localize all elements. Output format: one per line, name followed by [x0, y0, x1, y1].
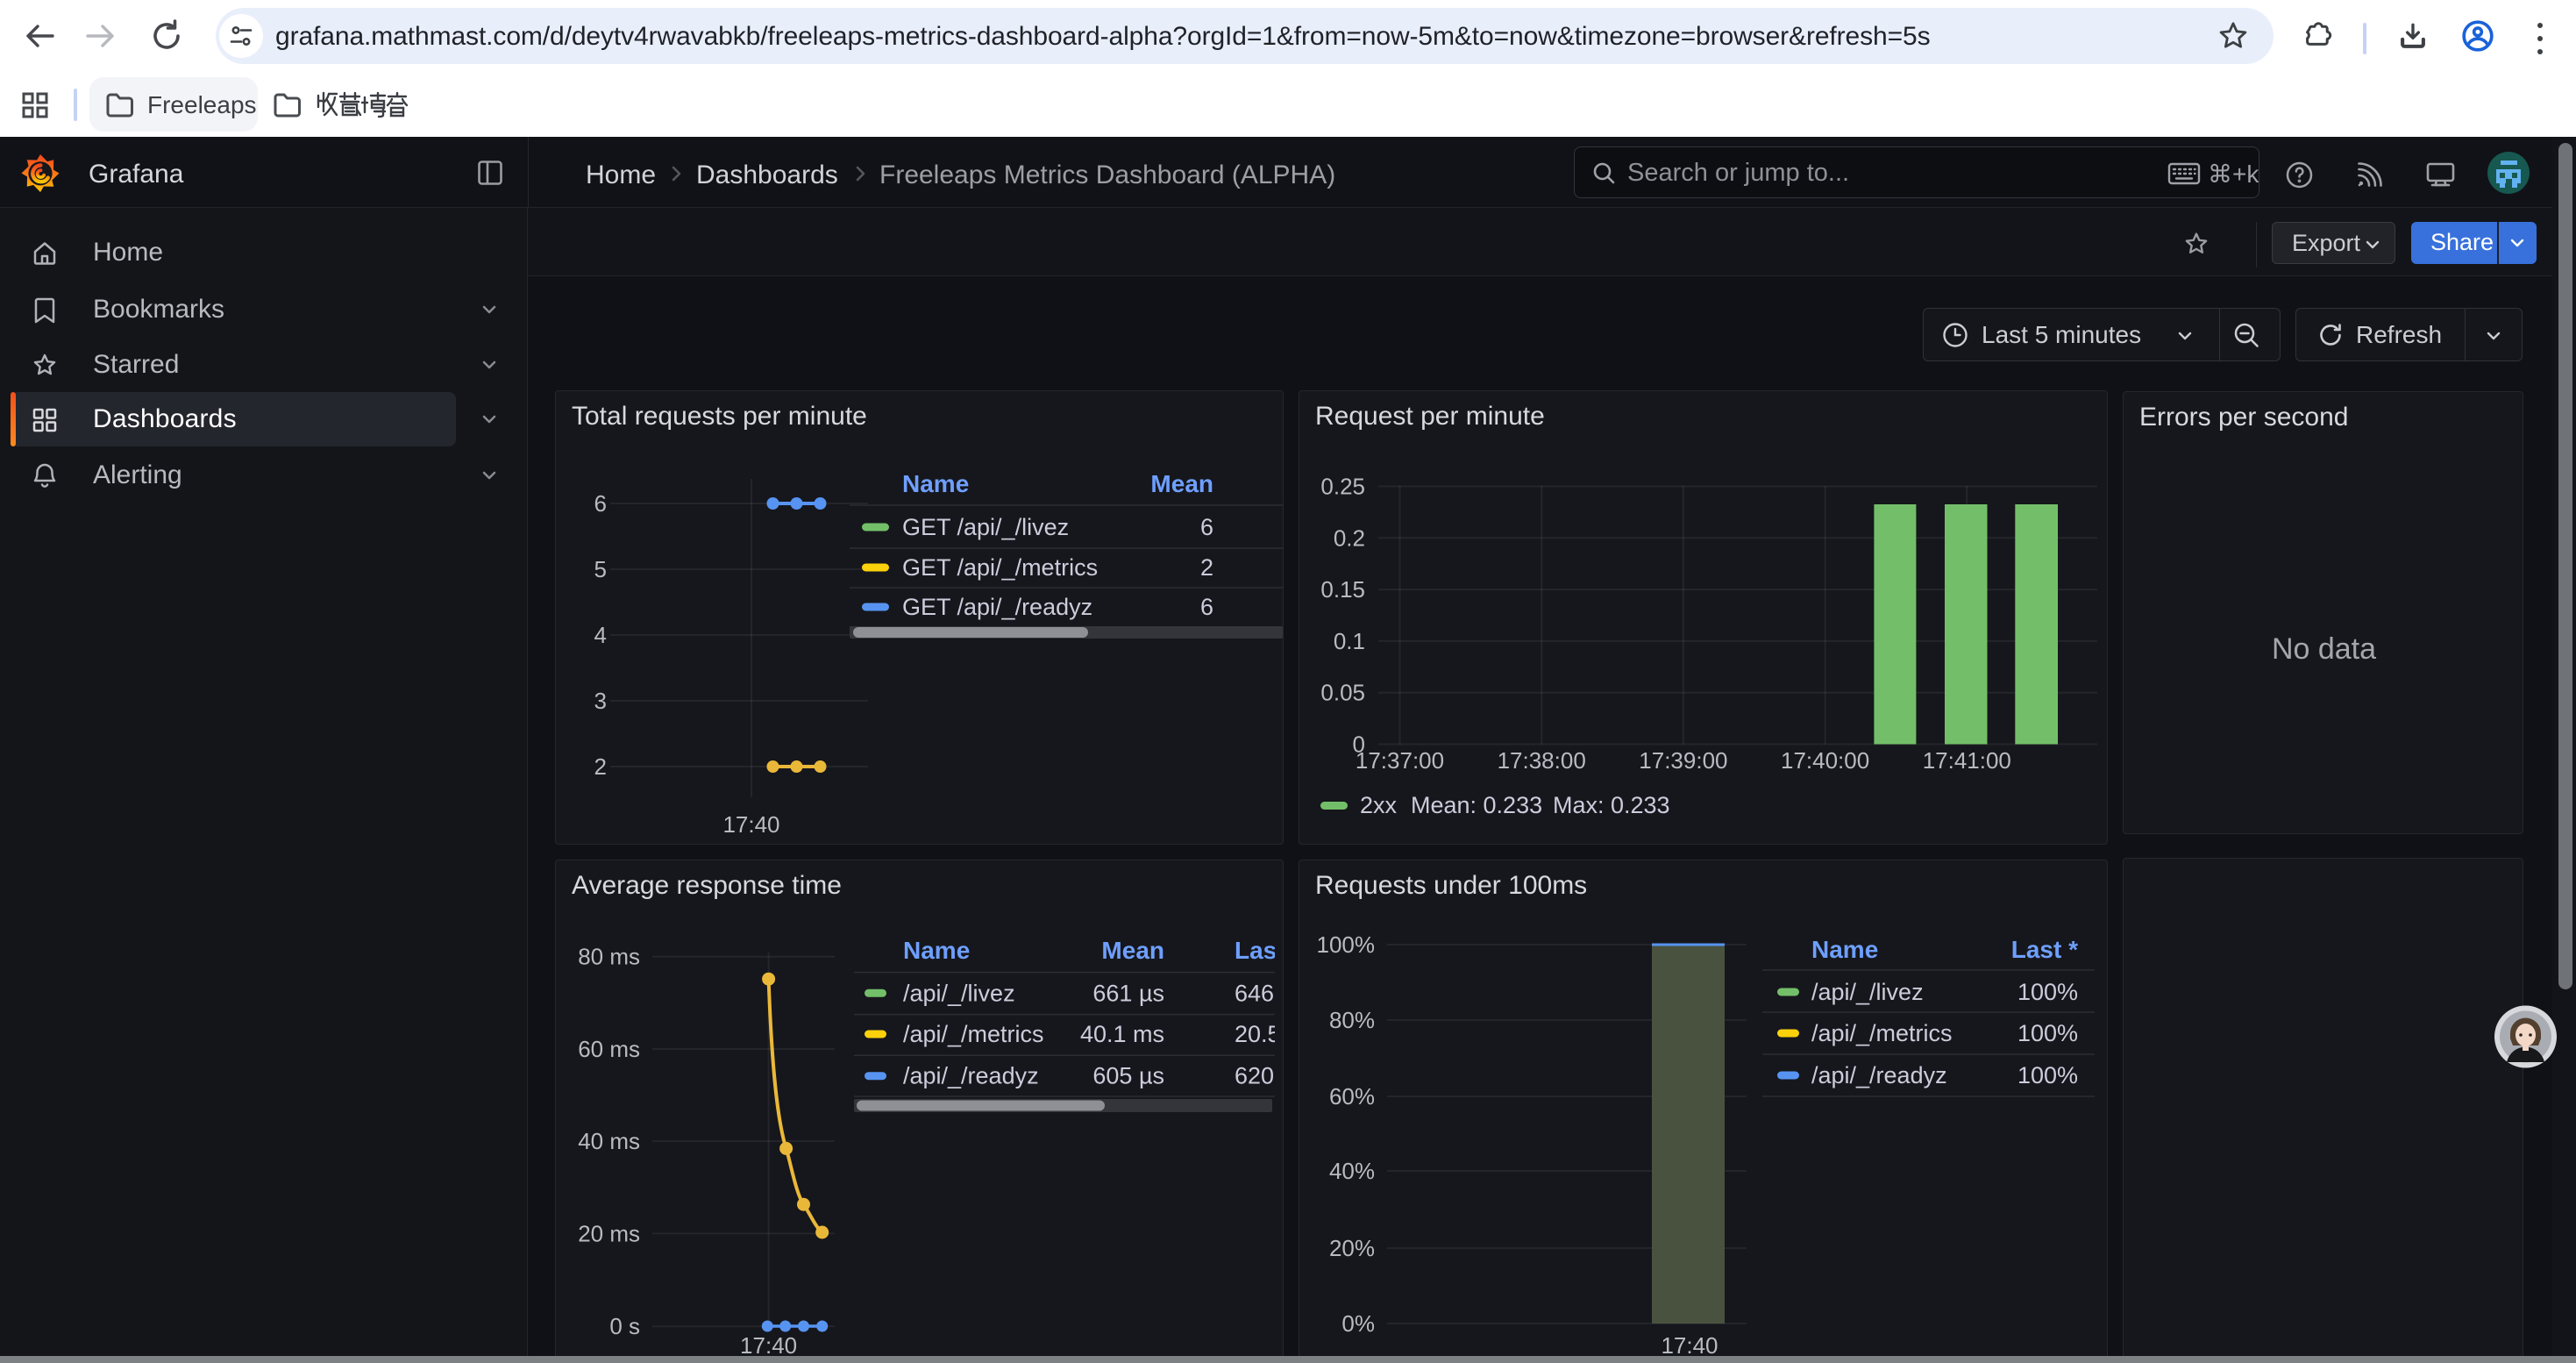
svg-text:2xx: 2xx: [1360, 792, 1398, 818]
svg-text:80%: 80%: [1329, 1007, 1375, 1033]
svg-text:4: 4: [594, 622, 607, 648]
svg-text:40 ms: 40 ms: [578, 1128, 640, 1154]
svg-text:20 ms: 20 ms: [578, 1220, 640, 1246]
svg-text:100%: 100%: [2017, 1020, 2078, 1046]
svg-text:3: 3: [594, 688, 607, 714]
svg-text:0.2: 0.2: [1334, 525, 1365, 551]
svg-text:/api/_/livez: /api/_/livez: [1811, 979, 1924, 1005]
svg-text:/api/_/readyz: /api/_/readyz: [1811, 1062, 1947, 1088]
svg-text:661 µs: 661 µs: [1092, 980, 1164, 1006]
svg-text:20%: 20%: [1329, 1235, 1375, 1261]
svg-text:Mean: 0.233: Mean: 0.233: [1411, 792, 1542, 818]
svg-text:Name: Name: [902, 470, 969, 497]
svg-text:0.1: 0.1: [1334, 628, 1365, 654]
svg-text:40%: 40%: [1329, 1158, 1375, 1184]
svg-text:/api/_/livez: /api/_/livez: [903, 980, 1015, 1006]
svg-text:60%: 60%: [1329, 1083, 1375, 1110]
svg-text:5: 5: [594, 556, 607, 582]
svg-text:6: 6: [1200, 594, 1213, 620]
svg-text:17:38:00: 17:38:00: [1498, 747, 1586, 774]
svg-text:80 ms: 80 ms: [578, 944, 640, 970]
svg-text:100%: 100%: [2017, 979, 2078, 1005]
svg-text:Last *: Last *: [1235, 937, 1283, 964]
svg-text:GET /api/_/metrics: GET /api/_/metrics: [902, 554, 1098, 581]
svg-text:Max: 0.233: Max: 0.233: [1553, 792, 1670, 818]
svg-text:17:40: 17:40: [740, 1332, 797, 1359]
svg-text:/api/_/metrics: /api/_/metrics: [903, 1021, 1044, 1047]
svg-text:Last *: Last *: [2011, 936, 2078, 963]
svg-text:GET /api/_/readyz: GET /api/_/readyz: [902, 594, 1092, 620]
svg-text:Name: Name: [1811, 936, 1878, 963]
svg-text:17:40: 17:40: [722, 811, 779, 838]
svg-text:20.5 r: 20.5 r: [1235, 1021, 1283, 1047]
svg-text:2: 2: [594, 753, 607, 780]
svg-text:6: 6: [594, 490, 607, 517]
svg-text:/api/_/readyz: /api/_/readyz: [903, 1063, 1039, 1089]
svg-text:605 µs: 605 µs: [1092, 1063, 1164, 1089]
svg-text:0.25: 0.25: [1320, 474, 1365, 500]
svg-text:60 ms: 60 ms: [578, 1036, 640, 1062]
svg-text:646: 646: [1235, 980, 1274, 1006]
svg-text:Name: Name: [903, 937, 970, 964]
svg-text:17:40:00: 17:40:00: [1781, 747, 1869, 774]
svg-text:0.15: 0.15: [1320, 576, 1365, 603]
svg-text:620: 620: [1235, 1063, 1274, 1089]
svg-text:Mean: Mean: [1101, 937, 1164, 964]
svg-text:100%: 100%: [2017, 1062, 2078, 1088]
svg-text:Mean: Mean: [1150, 470, 1213, 497]
svg-text:0 s: 0 s: [609, 1313, 640, 1339]
svg-text:2: 2: [1200, 554, 1213, 581]
svg-text:/api/_/metrics: /api/_/metrics: [1811, 1020, 1953, 1046]
svg-text:17:39:00: 17:39:00: [1639, 747, 1727, 774]
svg-text:0%: 0%: [1341, 1310, 1375, 1337]
svg-text:40.1 ms: 40.1 ms: [1080, 1021, 1164, 1047]
svg-text:17:37:00: 17:37:00: [1356, 747, 1444, 774]
svg-text:17:40: 17:40: [1661, 1332, 1718, 1359]
svg-text:100%: 100%: [1317, 931, 1376, 958]
svg-text:17:41:00: 17:41:00: [1923, 747, 2011, 774]
svg-text:GET /api/_/livez: GET /api/_/livez: [902, 514, 1069, 540]
svg-text:0.05: 0.05: [1320, 680, 1365, 706]
svg-text:6: 6: [1200, 514, 1213, 540]
